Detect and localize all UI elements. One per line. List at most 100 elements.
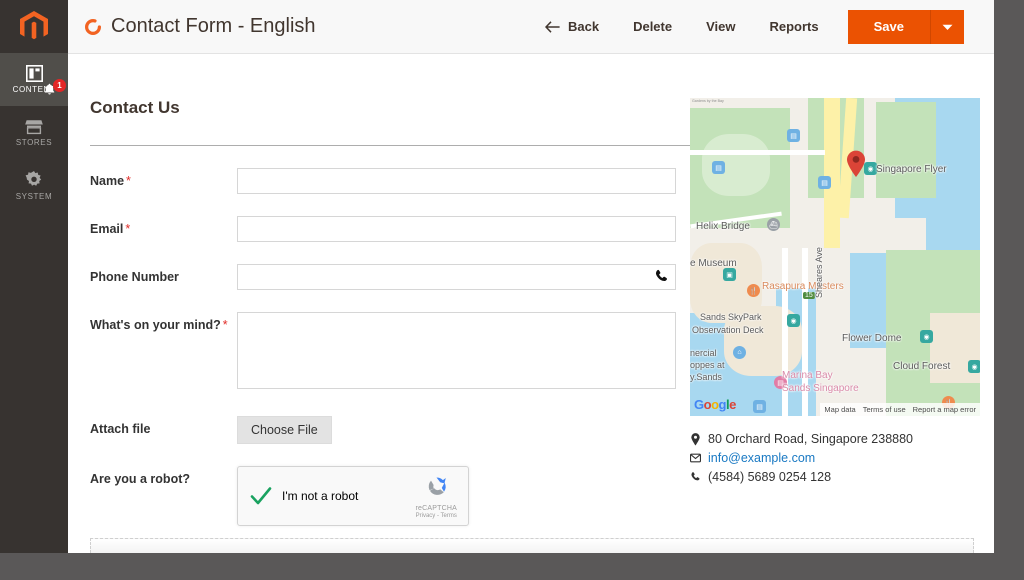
attach-label: Attach file	[90, 422, 151, 436]
magento-logo[interactable]	[0, 0, 68, 53]
back-button-label: Back	[568, 19, 600, 34]
map-label-street: Sheares Ave	[814, 247, 824, 298]
contact-phone: (4584) 5689 0254 128	[708, 470, 832, 484]
map-poi-icon: ◉	[920, 330, 933, 343]
map-road-main	[824, 98, 840, 248]
field-row-captcha: Are you a robot? I'm not a robot reCAPTC…	[90, 466, 696, 526]
field-row-email: Email *	[90, 216, 696, 242]
save-dropdown-button[interactable]	[930, 9, 964, 44]
recaptcha-text: I'm not a robot	[282, 489, 359, 503]
field-row-phone: Phone Number	[90, 264, 696, 290]
page-content: Contact Us Name * Email * Phone Number W…	[68, 54, 994, 553]
view-button[interactable]: View	[689, 19, 752, 34]
google-logo: Google	[694, 397, 736, 412]
map-label: Flower Dome	[842, 333, 902, 344]
map-poi-icon: 🍴	[747, 284, 760, 297]
map-poi-icon: ◉	[787, 314, 800, 327]
email-control	[237, 216, 676, 242]
sidebar-item-content[interactable]: CONTENT 1	[0, 53, 68, 106]
required-asterisk: *	[222, 318, 228, 332]
recaptcha-brand-text: reCAPTCHA	[415, 504, 457, 512]
contact-email[interactable]: info@example.com	[708, 451, 815, 465]
choose-file-button[interactable]: Choose File	[237, 416, 332, 444]
phone-input[interactable]	[237, 264, 676, 290]
map-label: Marina Bay	[782, 370, 833, 381]
save-button-group: Save	[847, 9, 964, 44]
notification-badge: 1	[53, 79, 66, 92]
save-button[interactable]: Save	[847, 9, 930, 44]
chevron-down-icon	[942, 19, 953, 34]
message-label-text: What's on your mind?	[90, 318, 221, 332]
form-heading: Contact Us	[90, 98, 180, 117]
contact-email-row: info@example.com	[690, 451, 980, 465]
store-icon	[25, 119, 43, 135]
map-water-e	[926, 198, 980, 253]
map-label: Observation Deck	[692, 325, 764, 335]
spinner-icon	[84, 18, 102, 36]
map-data-label: Map data	[824, 405, 856, 414]
delete-button[interactable]: Delete	[616, 19, 689, 34]
heading-divider	[90, 145, 696, 146]
field-row-message: What's on your mind? *	[90, 312, 696, 394]
map-marker-icon	[846, 150, 866, 178]
map-footer: Map data Terms of use Report a map error	[820, 403, 980, 416]
admin-page: CONTENT 1 STORES SYSTEM Contact Form - E…	[0, 0, 1024, 580]
recaptcha-brand: reCAPTCHA Privacy - Terms	[416, 474, 457, 519]
admin-sidebar: CONTENT 1 STORES SYSTEM	[0, 0, 68, 553]
map-green-flyer	[876, 102, 936, 198]
sidebar-item-system[interactable]: SYSTEM	[0, 159, 68, 212]
map-label: nercial	[690, 348, 717, 358]
map-poi-icon: ▤	[712, 161, 725, 174]
map-terms-link[interactable]: Terms of use	[863, 405, 906, 414]
map-poi-icon: ⌂	[733, 346, 746, 359]
map-report-link[interactable]: Report a map error	[913, 405, 976, 414]
map-label: Sands Singapore	[782, 383, 859, 394]
message-label: What's on your mind? *	[90, 312, 237, 332]
map-poi-icon: ◉	[968, 360, 980, 373]
email-label-text: Email	[90, 222, 124, 236]
phone-label-text: Phone Number	[90, 270, 179, 284]
recaptcha-logo-icon	[424, 474, 449, 504]
field-row-name: Name *	[90, 168, 696, 194]
map-poi-icon: ▤	[753, 400, 766, 413]
magento-logo-icon	[20, 11, 48, 40]
map-label: Sands SkyPark	[700, 312, 762, 322]
content-icon	[25, 65, 43, 82]
sidebar-item-stores[interactable]: STORES	[0, 106, 68, 159]
notifications-indicator[interactable]: 1	[44, 79, 66, 98]
map-label: Cloud Forest	[893, 361, 951, 372]
map-poi-icon: ▤	[818, 176, 831, 189]
email-input[interactable]	[237, 216, 676, 242]
reports-button[interactable]: Reports	[753, 19, 836, 34]
header-actions: Back Delete View Reports Save	[528, 9, 964, 44]
delete-button-label: Delete	[633, 19, 673, 34]
sidebar-nav: CONTENT 1 STORES SYSTEM	[0, 53, 68, 212]
map-poi-icon: ▣	[723, 268, 736, 281]
sidebar-item-label: STORES	[15, 137, 53, 147]
map-poi-icon: ▤	[787, 129, 800, 142]
map-and-contact: Gardens by the Bay ▤ ▤ ▤ ◉ ⛴ ▣ 🍴 ◉ ⌂ ▤ ◉…	[690, 98, 980, 489]
arrow-left-icon	[544, 20, 560, 33]
contact-address: 80 Orchard Road, Singapore 238880	[708, 432, 914, 446]
name-input[interactable]	[237, 168, 676, 194]
recaptcha-legal-text[interactable]: Privacy - Terms	[416, 513, 457, 519]
map-label: e Museum	[690, 258, 737, 269]
contact-phone-row: (4584) 5689 0254 128	[690, 470, 980, 484]
phone-icon	[690, 471, 701, 483]
page-title-wrap: Contact Form - English	[84, 15, 316, 38]
location-pin-icon	[690, 432, 701, 446]
back-button[interactable]: Back	[528, 19, 616, 34]
name-label: Name *	[90, 168, 237, 188]
message-textarea[interactable]	[237, 312, 676, 389]
field-row-attach: Attach file Choose File	[90, 416, 696, 444]
google-map[interactable]: Gardens by the Bay ▤ ▤ ▤ ◉ ⛴ ▣ 🍴 ◉ ⌂ ▤ ◉…	[690, 98, 980, 416]
checkmark-icon	[249, 484, 273, 508]
recaptcha-widget[interactable]: I'm not a robot reCAPTCHA Privacy - Term…	[237, 466, 469, 526]
contact-info: 80 Orchard Road, Singapore 238880 info@e…	[690, 432, 980, 484]
email-label: Email *	[90, 216, 237, 236]
captcha-label: Are you a robot?	[90, 472, 191, 486]
footer-dropzone[interactable]	[90, 538, 974, 553]
map-label: Helix Bridge	[696, 221, 750, 232]
sidebar-item-label: SYSTEM	[15, 191, 53, 201]
required-asterisk: *	[125, 222, 131, 236]
